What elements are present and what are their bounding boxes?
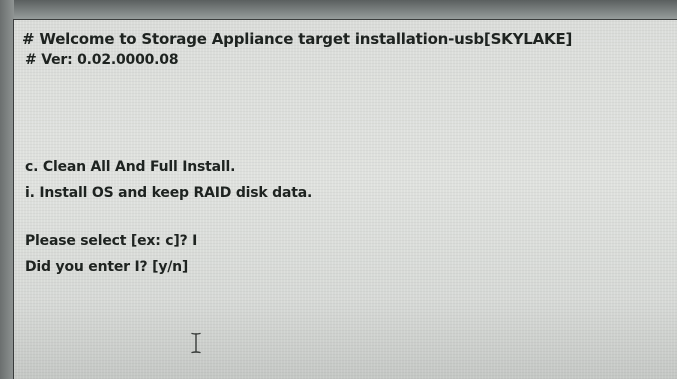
confirm-prompt[interactable]: Did you enter I? [y/n] bbox=[25, 259, 188, 275]
monitor-top-bezel bbox=[0, 0, 677, 20]
option-clean-install: c. Clean All And Full Install. bbox=[25, 159, 236, 175]
monitor-left-bezel bbox=[0, 0, 14, 379]
i-beam-cursor-icon bbox=[191, 332, 201, 354]
monitor-frame: # Welcome to Storage Appliance target in… bbox=[0, 0, 677, 379]
console-screen[interactable]: # Welcome to Storage Appliance target in… bbox=[13, 19, 677, 379]
option-install-keep-raid: i. Install OS and keep RAID disk data. bbox=[25, 185, 313, 201]
version-line: # Ver: 0.02.0000.08 bbox=[25, 52, 179, 68]
welcome-line: # Welcome to Storage Appliance target in… bbox=[22, 30, 573, 48]
select-prompt[interactable]: Please select [ex: c]? I bbox=[25, 233, 197, 249]
